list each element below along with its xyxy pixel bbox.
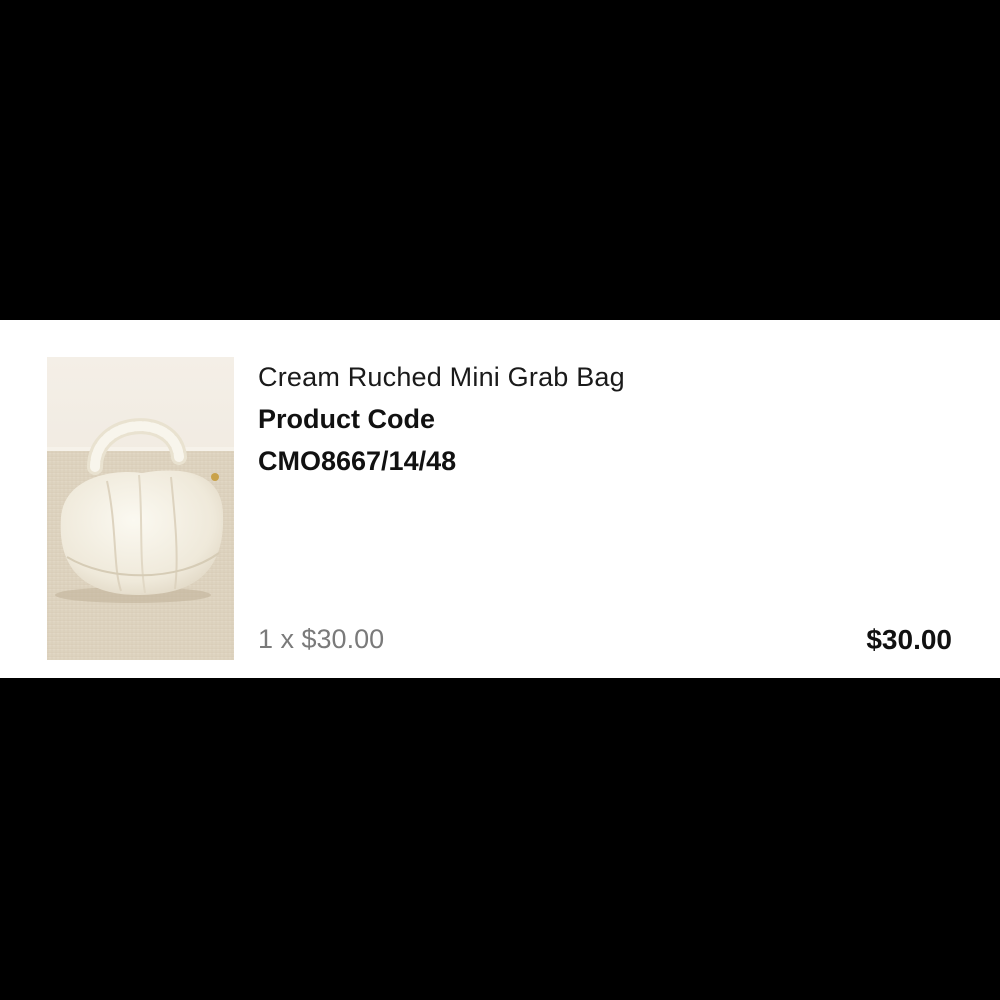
quantity-price: 1 x $30.00 xyxy=(258,624,385,654)
page: Cream Ruched Mini Grab Bag Product Code … xyxy=(0,0,1000,1000)
product-thumbnail[interactable] xyxy=(47,357,234,660)
product-code-value: CMO8667/14/48 xyxy=(258,446,457,476)
product-code-label: Product Code xyxy=(258,404,436,434)
line-total: $30.00 xyxy=(866,624,952,655)
cart-item-card: Cream Ruched Mini Grab Bag Product Code … xyxy=(0,320,1000,678)
bag-image xyxy=(47,357,234,660)
product-name[interactable]: Cream Ruched Mini Grab Bag xyxy=(258,362,625,393)
